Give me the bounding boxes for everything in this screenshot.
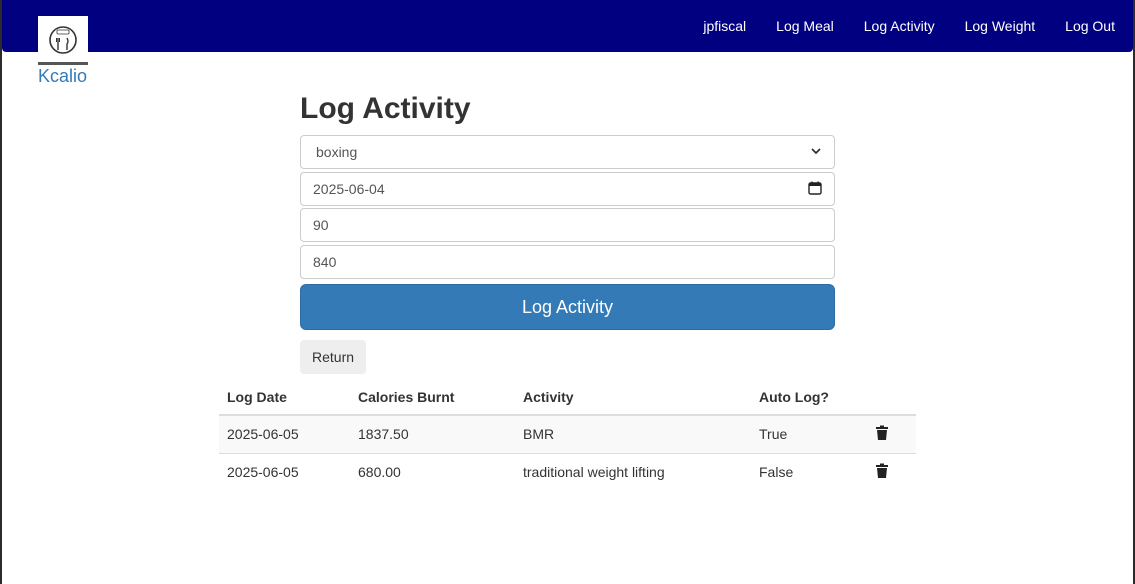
nav-log-out[interactable]: Log Out xyxy=(1065,18,1115,34)
cell-activity: traditional weight lifting xyxy=(515,452,751,491)
nav-log-weight[interactable]: Log Weight xyxy=(965,18,1036,34)
activity-log-table: Log Date Calories Burnt Activity Auto Lo… xyxy=(219,380,916,491)
chevron-down-icon xyxy=(810,144,822,160)
header-activity: Activity xyxy=(515,380,751,416)
cell-calories: 680.00 xyxy=(350,452,515,491)
cell-activity: BMR xyxy=(515,414,751,453)
window-frame-left xyxy=(0,0,2,584)
trash-icon[interactable] xyxy=(875,425,889,444)
duration-input-value: 90 xyxy=(313,217,329,233)
activity-select-value: boxing xyxy=(316,144,358,160)
logo-divider xyxy=(38,62,88,65)
date-input[interactable]: 2025-06-04 xyxy=(300,172,835,206)
nav-log-activity[interactable]: Log Activity xyxy=(864,18,935,34)
calendar-icon[interactable] xyxy=(808,181,822,198)
date-input-value: 2025-06-04 xyxy=(313,181,385,197)
nav-username[interactable]: jpfiscal xyxy=(703,18,746,34)
cell-log-date: 2025-06-05 xyxy=(219,414,350,453)
duration-input[interactable]: 90 xyxy=(300,208,835,242)
nav-links: jpfiscal Log Meal Log Activity Log Weigh… xyxy=(673,0,1115,52)
activity-select[interactable]: boxing xyxy=(300,135,835,169)
table-row: 2025-06-05 680.00 traditional weight lif… xyxy=(219,452,916,491)
header-actions xyxy=(867,380,916,416)
return-button[interactable]: Return xyxy=(300,340,367,374)
calories-input-value: 840 xyxy=(313,254,337,270)
table-header-row: Log Date Calories Burnt Activity Auto Lo… xyxy=(219,380,916,416)
cell-auto-log: True xyxy=(751,414,867,453)
cell-delete xyxy=(867,452,916,491)
nav-log-meal[interactable]: Log Meal xyxy=(776,18,834,34)
header-calories-burnt: Calories Burnt xyxy=(350,380,515,416)
trash-icon[interactable] xyxy=(875,463,889,482)
logo-icon[interactable] xyxy=(38,16,88,66)
header-log-date: Log Date xyxy=(219,380,350,416)
brand-link[interactable]: Kcalio xyxy=(38,66,87,87)
form-header: Log Activity xyxy=(300,90,835,130)
navbar: jpfiscal Log Meal Log Activity Log Weigh… xyxy=(2,0,1133,52)
page-title: Log Activity xyxy=(300,92,471,125)
cell-log-date: 2025-06-05 xyxy=(219,452,350,491)
cell-auto-log: False xyxy=(751,452,867,491)
header-auto-log: Auto Log? xyxy=(751,380,867,416)
calories-input[interactable]: 840 xyxy=(300,245,835,279)
cell-calories: 1837.50 xyxy=(350,414,515,453)
table-row: 2025-06-05 1837.50 BMR True xyxy=(219,414,916,453)
log-activity-button[interactable]: Log Activity xyxy=(300,284,835,330)
cell-delete xyxy=(867,414,916,453)
